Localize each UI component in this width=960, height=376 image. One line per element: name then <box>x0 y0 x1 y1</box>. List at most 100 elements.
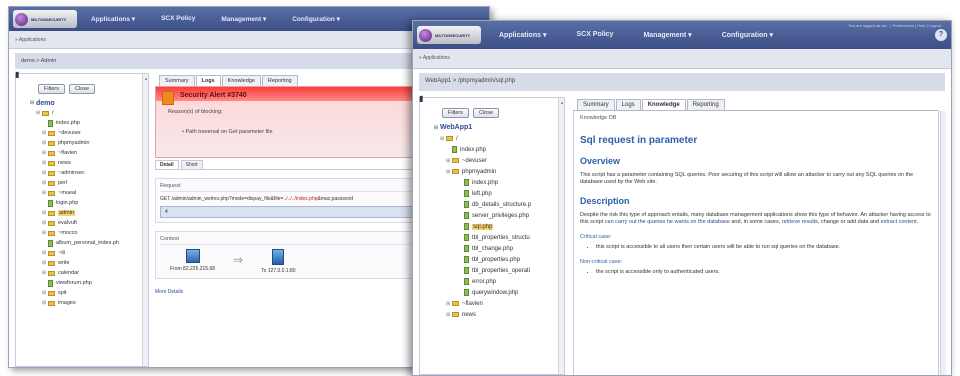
filters-button[interactable]: Filters <box>442 108 469 118</box>
tree-folder[interactable]: ⊞ ~iti <box>30 248 148 258</box>
tab-reporting[interactable]: Reporting <box>686 99 725 110</box>
brand-logo[interactable]: MILTONSECURITY <box>13 10 77 28</box>
tree-folder[interactable]: ⊞ phpmyadmin <box>434 166 564 177</box>
tab-knowledge[interactable]: Knowledge <box>641 99 686 110</box>
tree-file[interactable]: tbl_properties_operati <box>434 265 564 276</box>
tree-file[interactable]: db_details_structure.p <box>434 199 564 210</box>
menu-applications[interactable]: Applications ▾ <box>499 31 546 39</box>
server-node: To 127.0.0.1:80 <box>261 249 296 274</box>
scroll-up-icon[interactable]: ▲ <box>560 100 564 105</box>
desc-part-4: . <box>916 219 919 225</box>
tree-file[interactable]: tbl_properties.php <box>434 254 564 265</box>
server-icon <box>272 249 285 265</box>
tree-file[interactable]: tbl_properties_structu <box>434 232 564 243</box>
logo-text: MILTONSECURITY <box>31 16 67 22</box>
folder-icon <box>48 160 55 166</box>
tree-folder[interactable]: ⊞ calendar <box>30 268 148 278</box>
tree-file[interactable]: server_privileges.php <box>434 210 564 221</box>
tab-logs[interactable]: Logs <box>615 99 641 110</box>
tab-summary[interactable]: Summary <box>577 99 615 110</box>
desc-link-retrieve[interactable]: retrieve results <box>782 219 818 225</box>
menu-configuration[interactable]: Configuration ▾ <box>722 31 773 39</box>
tree-folder[interactable]: ⊞ ~devuser <box>434 155 564 166</box>
tab-summary[interactable]: Summary <box>159 75 195 86</box>
folder-icon <box>48 230 55 236</box>
tree-folder[interactable]: ⊞ ~adminsec <box>30 168 148 178</box>
tree-folder[interactable]: ⊞ spit <box>30 288 148 298</box>
session-info[interactable]: You are logged as ad... | Preferences | … <box>848 23 941 28</box>
tree-folder[interactable]: ⊞ ~mueal <box>30 188 148 198</box>
menu-management[interactable]: Management ▾ <box>643 31 691 39</box>
menu-scx-policy[interactable]: SCX Policy <box>161 15 195 23</box>
subtab-detail[interactable]: Detail <box>155 160 179 169</box>
tree-file[interactable]: index.php <box>434 144 564 155</box>
tree-folder[interactable]: ⊞ ~flavien <box>434 298 564 309</box>
tree-node-label: ~adminsec <box>58 170 85 176</box>
tree-scrollbar[interactable]: ▲ <box>558 98 564 374</box>
tree-node-label: ~flavien <box>58 150 78 156</box>
tab-knowledge[interactable]: Knowledge <box>221 75 261 86</box>
tree-folder[interactable]: ⊞ ~flavien <box>30 148 148 158</box>
tree-file[interactable]: index.php <box>434 177 564 188</box>
desc-link-extract[interactable]: extract content <box>881 219 917 225</box>
tree-folder[interactable]: ⊞ ~mocco <box>30 228 148 238</box>
tree-scrollbar[interactable]: ▲ <box>142 74 148 366</box>
tree-folder[interactable]: ⊞ write <box>30 258 148 268</box>
tree-file[interactable]: login.php <box>30 198 148 208</box>
tree-file[interactable]: sql.php <box>434 221 564 232</box>
tree-root[interactable]: ⊟ WebApp1 <box>434 122 564 133</box>
scroll-up-icon[interactable]: ▲ <box>144 76 148 81</box>
file-icon <box>48 119 53 127</box>
tree-root[interactable]: ⊟ demo <box>30 98 148 108</box>
tree-folder[interactable]: ⊞ evalvuft <box>30 218 148 228</box>
site-tree: ⊟ WebApp1 ⊞ / index.php ⊞ ~devuser ⊞ phpmyadmin i… <box>434 122 564 320</box>
tab-reporting[interactable]: Reporting <box>261 75 298 86</box>
menu-management[interactable]: Management ▾ <box>221 15 266 23</box>
tree-buttons: Filters Close <box>442 108 564 118</box>
tree-folder[interactable]: ⊞ news <box>30 158 148 168</box>
tree-node-label: ~iti <box>58 250 66 256</box>
tree-file[interactable]: querywindow.php <box>434 287 564 298</box>
tree-node-label: left.php <box>472 190 492 197</box>
tree-file[interactable]: left.php <box>434 188 564 199</box>
alert-reason: Reason(s) of blocking: <box>168 109 223 115</box>
menu-scx-policy[interactable]: SCX Policy <box>576 31 613 39</box>
tree-folder[interactable]: ⊞ images <box>30 298 148 308</box>
knowledge-scrollbar[interactable] <box>940 111 946 375</box>
collapse-pane-icon[interactable]: ▮ <box>419 94 423 103</box>
alert-icon <box>162 91 174 105</box>
tree-folder[interactable]: ⊞ / <box>30 108 148 118</box>
menu-applications[interactable]: Applications ▾ <box>91 15 135 23</box>
tree-node-label: news <box>462 311 477 318</box>
tree-folder[interactable]: ⊞ / <box>434 133 564 144</box>
close-button[interactable]: Close <box>68 84 96 94</box>
from-address: From 82.226.215.68 <box>170 266 216 272</box>
collapse-pane-icon[interactable]: ▮ <box>15 70 19 79</box>
folder-icon <box>48 190 55 196</box>
tree-folder[interactable]: ⊞ ~devuser <box>30 128 148 138</box>
desc-link-queries[interactable]: can carry out the queries he wants on th… <box>605 219 730 225</box>
tree-folder[interactable]: ⊞ news <box>434 309 564 320</box>
tree-folder[interactable]: ⊞ phpmyadmin <box>30 138 148 148</box>
brand-logo[interactable]: MILTONSECURITY <box>417 26 481 44</box>
close-button[interactable]: Close <box>472 108 500 118</box>
tree-file[interactable]: error.php <box>434 276 564 287</box>
tree-file[interactable]: index.php <box>30 118 148 128</box>
section-bar[interactable]: » Applications <box>413 49 951 69</box>
tree-folder[interactable]: ⊞ admin <box>30 208 148 218</box>
tree-file[interactable]: tbl_change.php <box>434 243 564 254</box>
menu-configuration[interactable]: Configuration ▾ <box>292 15 340 23</box>
tree-node-label: ~devuser <box>58 130 81 136</box>
filters-button[interactable]: Filters <box>38 84 65 94</box>
tree-folder[interactable]: ⊞ perl <box>30 178 148 188</box>
detail-pane: Summary Logs Knowledge Reporting Knowled… <box>573 97 946 375</box>
tree-node-label: tbl_properties_structu <box>472 234 530 241</box>
help-icon[interactable]: ? <box>935 29 947 41</box>
tree-pane: ▮ Filters Close ⊟ demo ⊞ / index.php ⊞ ~devuse… <box>15 70 149 367</box>
subtab-short[interactable]: Short <box>180 160 203 169</box>
alert-reason-item: • Path traversal on Get parameter file <box>182 129 273 135</box>
tree-file[interactable]: album_personal_index.ph <box>30 238 148 248</box>
tree-file[interactable]: viewforum.php <box>30 278 148 288</box>
tab-logs[interactable]: Logs <box>195 75 221 86</box>
main-menu: Applications ▾ SCX Policy Management ▾ C… <box>91 15 340 23</box>
